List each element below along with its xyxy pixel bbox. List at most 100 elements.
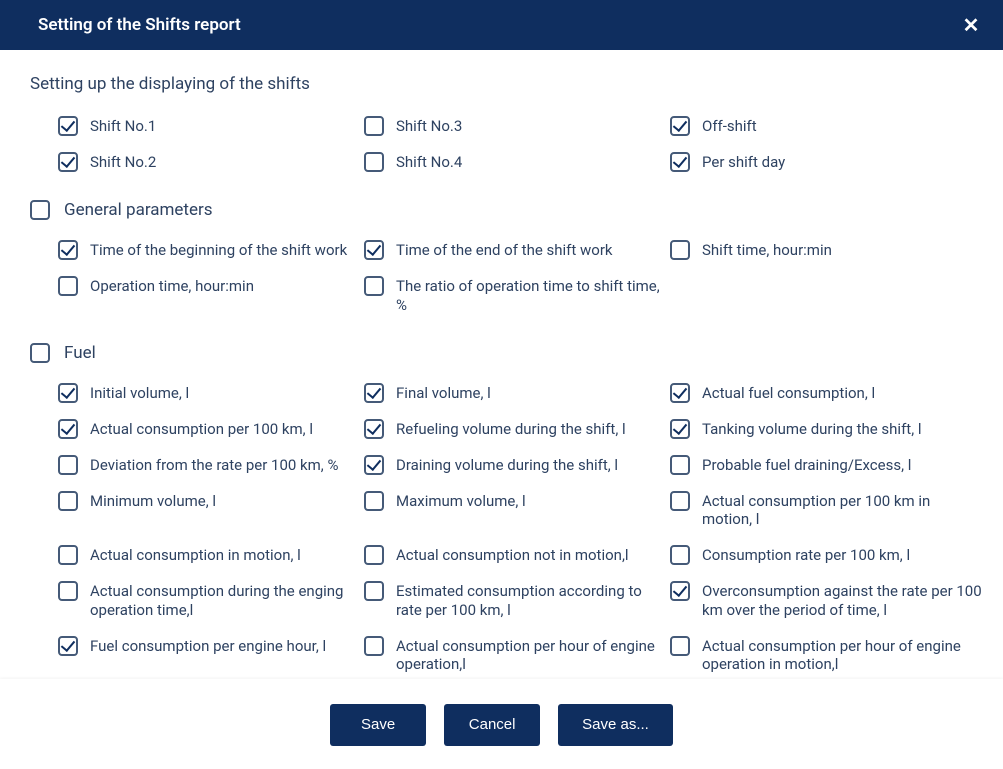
fuel-actual-engine-op-label: Actual consumption during the enging ope… [90,581,358,620]
fuel-final-vol-label: Final volume, l [396,383,491,403]
fuel-initial-vol-checkbox[interactable] [58,383,78,403]
fuel-per-engine-hour-checkbox[interactable] [58,636,78,656]
shift-1-label: Shift No.1 [90,116,156,136]
fuel-initial-vol-label: Initial volume, l [90,383,189,403]
gp-begin-time: Time of the beginning of the shift work [58,240,358,260]
fuel-actual-per-hour-engine-checkbox[interactable] [364,636,384,656]
fuel-deviation-100km-checkbox[interactable] [58,455,78,475]
fuel-actual-per-hour-engine-label: Actual consumption per hour of engine op… [396,636,664,675]
fuel-est-rate-100km-label: Estimated consumption according to rate … [396,581,664,620]
fuel-probable-drain-checkbox[interactable] [670,455,690,475]
fuel-actual-motion: Actual consumption in motion, l [58,545,358,565]
fuel-deviation-100km-label: Deviation from the rate per 100 km, % [90,455,338,475]
fuel-actual-consumption-label: Actual fuel consumption, l [702,383,875,403]
section-general-title: General parameters [64,200,213,220]
shift-4: Shift No.4 [364,152,664,172]
fuel-actual-not-motion-checkbox[interactable] [364,545,384,565]
fuel-overconsumption: Overconsumption against the rate per 100… [670,581,983,620]
fuel-actual-engine-op: Actual consumption during the enging ope… [58,581,358,620]
section-fuel-grid: Initial volume, l Final volume, l Actual f… [58,383,983,680]
fuel-actual-per-hour-engine-motion-checkbox[interactable] [670,636,690,656]
section-general-checkbox[interactable] [30,200,50,220]
save-as-button[interactable]: Save as... [558,704,673,746]
gp-ratio-label: The ratio of operation time to shift tim… [396,276,664,315]
gp-operation-time-checkbox[interactable] [58,276,78,296]
shift-2-label: Shift No.2 [90,152,156,172]
fuel-probable-drain: Probable fuel draining/Excess, l [670,455,983,475]
fuel-max-vol-label: Maximum volume, l [396,491,526,511]
fuel-actual-consumption-checkbox[interactable] [670,383,690,403]
close-button[interactable]: ✕ [959,13,983,37]
save-button[interactable]: Save [330,704,426,746]
dialog: Setting of the Shifts report ✕ Setting u… [0,0,1003,769]
gp-ratio: The ratio of operation time to shift tim… [364,276,664,315]
off-shift-checkbox[interactable] [670,116,690,136]
fuel-rate-100km: Consumption rate per 100 km, l [670,545,983,565]
fuel-overconsumption-label: Overconsumption against the rate per 100… [702,581,983,620]
fuel-actual-per-hour-engine-motion: Actual consumption per hour of engine op… [670,636,983,675]
fuel-max-vol: Maximum volume, l [364,491,664,530]
per-shift-day: Per shift day [670,152,983,172]
fuel-per-engine-hour-label: Fuel consumption per engine hour, l [90,636,326,656]
off-shift: Off-shift [670,116,983,136]
gp-operation-time: Operation time, hour:min [58,276,358,315]
shift-3-checkbox[interactable] [364,116,384,136]
fuel-refuel-vol: Refueling volume during the shift, l [364,419,664,439]
dialog-footer: Save Cancel Save as... [0,679,1003,769]
dialog-body[interactable]: Setting up the displaying of the shifts S… [0,50,1003,679]
gp-begin-time-checkbox[interactable] [58,240,78,260]
fuel-draining-vol-checkbox[interactable] [364,455,384,475]
fuel-tanking-vol: Tanking volume during the shift, l [670,419,983,439]
section-general-header: General parameters [30,200,983,220]
fuel-probable-drain-label: Probable fuel draining/Excess, l [702,455,911,475]
fuel-actual-100km: Actual consumption per 100 km, l [58,419,358,439]
close-icon: ✕ [963,15,980,35]
shift-2-checkbox[interactable] [58,152,78,172]
shifts-grid: Shift No.1 Shift No.3 Off-shift Shift No.2 S… [58,116,983,172]
shift-1: Shift No.1 [58,116,358,136]
fuel-actual-100km-checkbox[interactable] [58,419,78,439]
per-shift-day-label: Per shift day [702,152,785,172]
fuel-final-vol-checkbox[interactable] [364,383,384,403]
section-fuel-title: Fuel [64,343,96,363]
gp-ratio-checkbox[interactable] [364,276,384,296]
fuel-refuel-vol-label: Refueling volume during the shift, l [396,419,626,439]
gp-shift-time-checkbox[interactable] [670,240,690,260]
off-shift-label: Off-shift [702,116,757,136]
per-shift-day-checkbox[interactable] [670,152,690,172]
shift-1-checkbox[interactable] [58,116,78,136]
gp-shift-time: Shift time, hour:min [670,240,983,260]
fuel-min-vol-checkbox[interactable] [58,491,78,511]
fuel-actual-100km-motion-label: Actual consumption per 100 km in motion,… [702,491,983,530]
fuel-max-vol-checkbox[interactable] [364,491,384,511]
fuel-rate-100km-label: Consumption rate per 100 km, l [702,545,910,565]
fuel-actual-per-hour-engine: Actual consumption per hour of engine op… [364,636,664,675]
shifts-heading: Setting up the displaying of the shifts [30,74,983,94]
fuel-actual-100km-motion-checkbox[interactable] [670,491,690,511]
fuel-actual-motion-checkbox[interactable] [58,545,78,565]
gp-end-time-checkbox[interactable] [364,240,384,260]
fuel-refuel-vol-checkbox[interactable] [364,419,384,439]
fuel-rate-100km-checkbox[interactable] [670,545,690,565]
section-fuel-checkbox[interactable] [30,343,50,363]
fuel-actual-not-motion: Actual consumption not in motion,l [364,545,664,565]
titlebar: Setting of the Shifts report ✕ [0,0,1003,50]
fuel-overconsumption-checkbox[interactable] [670,581,690,601]
shift-4-checkbox[interactable] [364,152,384,172]
fuel-min-vol: Minimum volume, l [58,491,358,530]
gp-operation-time-label: Operation time, hour:min [90,276,254,296]
fuel-actual-engine-op-checkbox[interactable] [58,581,78,601]
gp-begin-time-label: Time of the beginning of the shift work [90,240,347,260]
fuel-actual-motion-label: Actual consumption in motion, l [90,545,301,565]
shift-4-label: Shift No.4 [396,152,462,172]
fuel-tanking-vol-label: Tanking volume during the shift, l [702,419,922,439]
fuel-draining-vol: Draining volume during the shift, l [364,455,664,475]
fuel-actual-per-hour-engine-motion-label: Actual consumption per hour of engine op… [702,636,983,675]
fuel-final-vol: Final volume, l [364,383,664,403]
fuel-est-rate-100km-checkbox[interactable] [364,581,384,601]
cancel-button[interactable]: Cancel [444,704,540,746]
fuel-per-engine-hour: Fuel consumption per engine hour, l [58,636,358,675]
fuel-est-rate-100km: Estimated consumption according to rate … [364,581,664,620]
shift-3-label: Shift No.3 [396,116,462,136]
fuel-tanking-vol-checkbox[interactable] [670,419,690,439]
